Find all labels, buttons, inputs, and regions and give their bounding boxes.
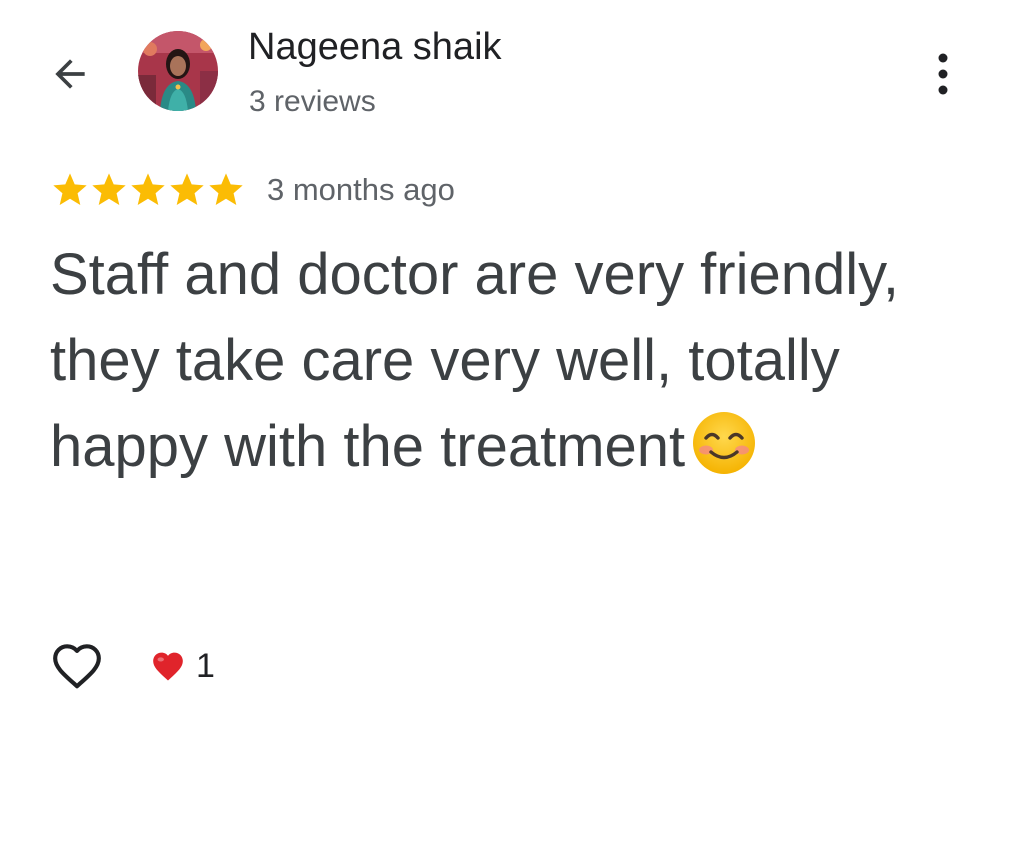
- star-icon: [170, 173, 204, 205]
- review-actions: 1: [50, 640, 215, 692]
- author-review-count: 3 reviews: [249, 85, 376, 118]
- reaction-summary[interactable]: 1: [150, 646, 215, 686]
- smiling-face-icon: [691, 410, 757, 500]
- review-text: Staff and doctor are very friendly, they…: [50, 232, 930, 500]
- arrow-back-icon: [55, 59, 85, 89]
- rating-row: 3 months ago: [50, 168, 455, 212]
- avatar[interactable]: [138, 31, 218, 111]
- review-body: Staff and doctor are very friendly, they…: [50, 242, 899, 479]
- reaction-count: 1: [196, 647, 215, 685]
- profile-photo: [138, 31, 218, 111]
- star-icon: [209, 173, 243, 205]
- back-button[interactable]: [44, 50, 96, 98]
- more-options-button[interactable]: [918, 44, 968, 104]
- red-heart-icon: [153, 652, 183, 681]
- star-rating: [50, 170, 245, 210]
- heart-outline-icon: [53, 644, 101, 689]
- like-button[interactable]: [50, 640, 106, 692]
- more-vert-icon: [938, 53, 948, 95]
- star-icon: [92, 173, 126, 205]
- review-date: 3 months ago: [267, 172, 455, 207]
- star-icon: [131, 173, 165, 205]
- star-icon: [53, 173, 87, 205]
- author-name[interactable]: Nageena shaik: [248, 24, 502, 70]
